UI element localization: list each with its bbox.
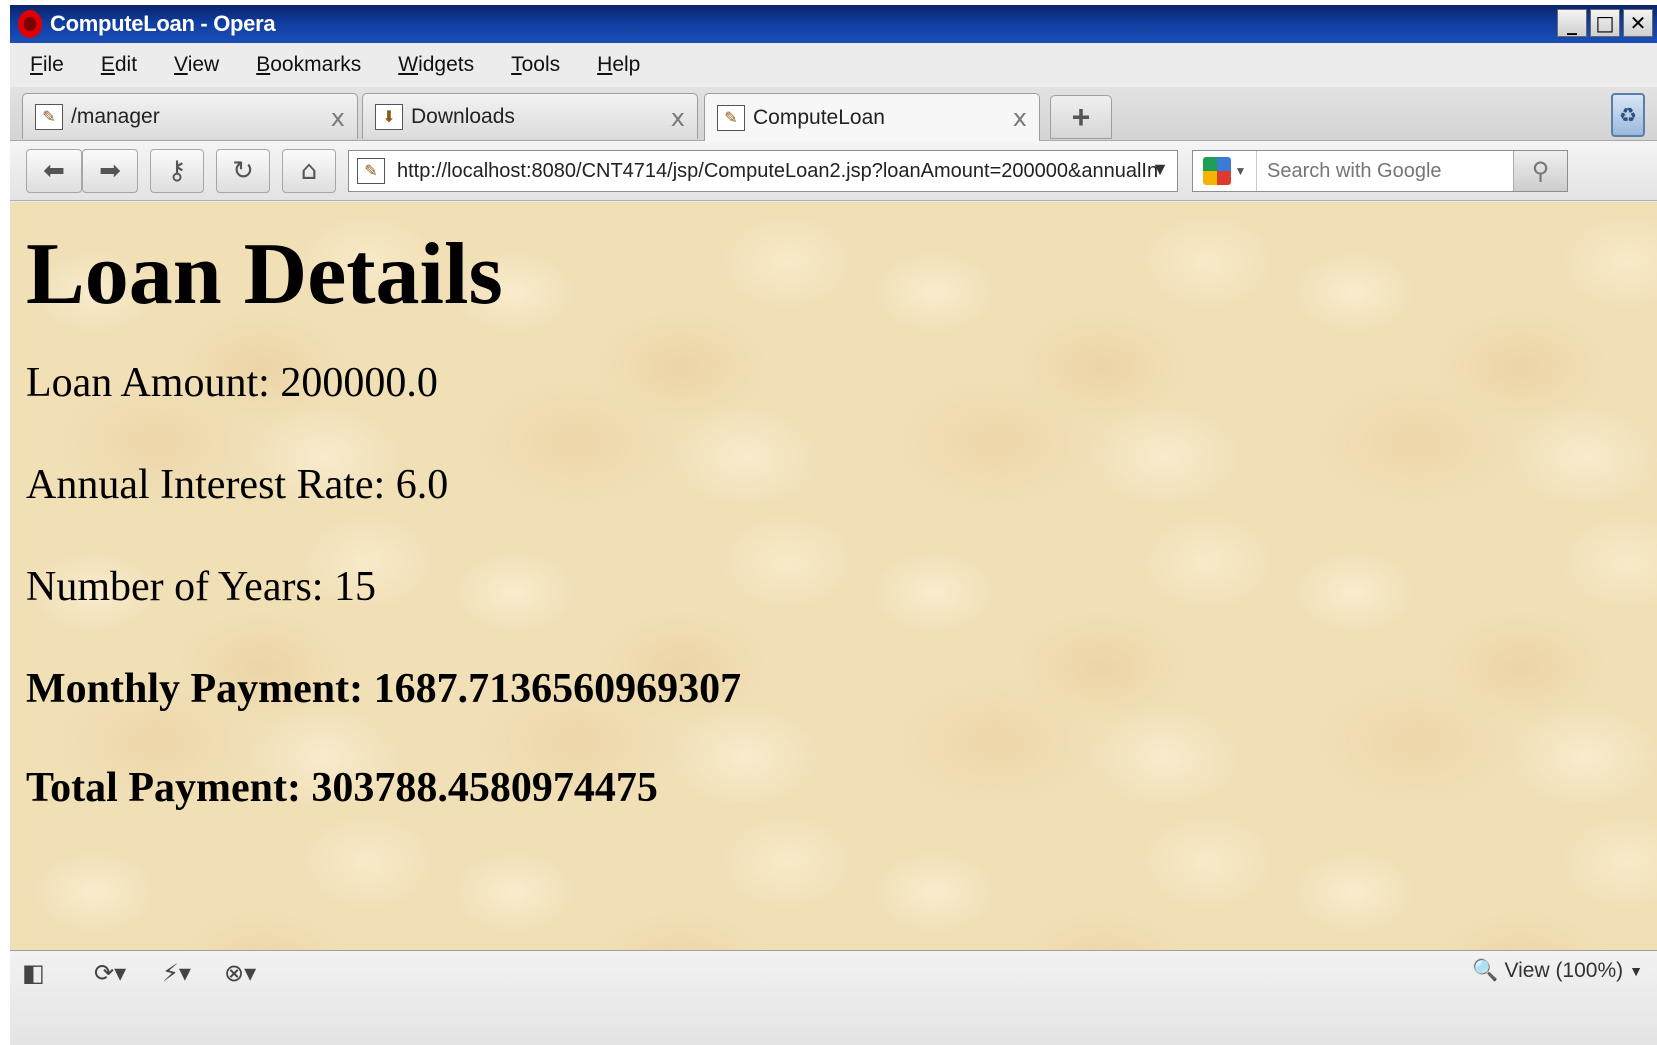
turbo-icon[interactable]: ⊗▾ bbox=[224, 959, 256, 987]
menu-bar: File Edit View Bookmarks Widgets Tools H… bbox=[10, 43, 1657, 87]
page-icon: ✎ bbox=[35, 103, 63, 130]
total-payment-text: Total Payment: 303788.4580974475 bbox=[26, 765, 658, 811]
google-icon bbox=[1202, 157, 1231, 185]
years-text: Number of Years: 15 bbox=[26, 564, 376, 610]
title-bar: ComputeLoan - Opera _ □ ✕ bbox=[10, 5, 1657, 43]
browser-window: ComputeLoan - Opera _ □ ✕ File Edit View… bbox=[10, 5, 1657, 1045]
tab-label: Downloads bbox=[411, 104, 515, 128]
search-box[interactable]: ▼ ⚲ bbox=[1192, 150, 1568, 192]
tab-label: ComputeLoan bbox=[753, 105, 885, 129]
tab-close-icon[interactable]: x bbox=[331, 104, 345, 132]
page-icon: ✎ bbox=[357, 158, 385, 184]
tab-label: /manager bbox=[71, 104, 160, 128]
minimize-button[interactable]: _ bbox=[1557, 9, 1587, 37]
page-content: Loan Details Loan Amount: 200000.0 Annua… bbox=[10, 202, 1657, 950]
chevron-down-icon: ▼ bbox=[1234, 164, 1247, 178]
window-controls: _ □ ✕ bbox=[1557, 9, 1653, 37]
monthly-payment-text: Monthly Payment: 1687.7136560969307 bbox=[26, 666, 742, 712]
reload-icon[interactable]: ↻ bbox=[216, 149, 270, 193]
menu-view[interactable]: View bbox=[174, 53, 219, 77]
loan-amount-text: Loan Amount: 200000.0 bbox=[26, 360, 438, 406]
unite-icon[interactable]: ⚡▾ bbox=[162, 959, 191, 987]
zoom-control[interactable]: 🔍 View (100%) ▼ bbox=[1472, 959, 1643, 983]
new-tab-button[interactable]: + bbox=[1050, 95, 1112, 139]
menu-bookmarks[interactable]: Bookmarks bbox=[256, 53, 361, 77]
status-bar: ◧ ⟳▾ ⚡▾ ⊗▾ 🔍 View (100%) ▼ bbox=[10, 950, 1657, 1045]
zoom-label: View (100%) bbox=[1504, 959, 1624, 982]
interest-rate-text: Annual Interest Rate: 6.0 bbox=[26, 462, 449, 508]
opera-logo-icon bbox=[18, 10, 42, 38]
back-icon[interactable]: ⬅ bbox=[26, 149, 82, 193]
navigation-bar: ⬅ ➡ ⚷ ↻ ⌂ ✎ http://localhost:8080/CNT471… bbox=[10, 141, 1657, 201]
tab-close-icon[interactable]: x bbox=[1013, 104, 1027, 132]
menu-tools[interactable]: Tools bbox=[511, 53, 560, 77]
zoom-icon: 🔍 bbox=[1472, 959, 1499, 982]
chevron-down-icon: ▼ bbox=[1629, 963, 1643, 979]
menu-widgets[interactable]: Widgets bbox=[398, 53, 474, 77]
window-title: ComputeLoan - Opera bbox=[50, 11, 276, 36]
key-icon[interactable]: ⚷ bbox=[150, 149, 204, 193]
chevron-down-icon[interactable]: ▼ bbox=[1151, 159, 1169, 180]
tab-close-icon[interactable]: x bbox=[671, 104, 685, 132]
menu-help[interactable]: Help bbox=[597, 53, 640, 77]
tab-manager[interactable]: ✎ /manager x bbox=[22, 93, 358, 139]
close-button[interactable]: ✕ bbox=[1623, 9, 1653, 37]
address-url[interactable]: http://localhost:8080/CNT4714/jsp/Comput… bbox=[397, 160, 1157, 183]
maximize-button[interactable]: □ bbox=[1590, 9, 1620, 37]
menu-file[interactable]: File bbox=[30, 53, 64, 77]
address-bar[interactable]: ✎ http://localhost:8080/CNT4714/jsp/Comp… bbox=[348, 150, 1178, 192]
search-input[interactable] bbox=[1257, 159, 1507, 183]
sync-icon[interactable]: ⟳▾ bbox=[94, 959, 126, 987]
trash-icon[interactable]: ♻ bbox=[1611, 93, 1645, 137]
tab-computeloan[interactable]: ✎ ComputeLoan x bbox=[704, 93, 1040, 141]
search-icon[interactable]: ⚲ bbox=[1513, 151, 1567, 191]
search-engine-selector[interactable]: ▼ bbox=[1193, 151, 1257, 191]
tab-downloads[interactable]: ⬇ Downloads x bbox=[362, 93, 698, 139]
page-title: Loan Details bbox=[26, 226, 503, 323]
tab-bar: ✎ /manager x ⬇ Downloads x ✎ ComputeLoan… bbox=[10, 87, 1657, 141]
panel-toggle-icon[interactable]: ◧ bbox=[22, 959, 45, 987]
forward-icon[interactable]: ➡ bbox=[82, 149, 138, 193]
home-icon[interactable]: ⌂ bbox=[282, 149, 336, 193]
menu-edit[interactable]: Edit bbox=[101, 53, 137, 77]
download-icon: ⬇ bbox=[375, 103, 403, 130]
page-icon: ✎ bbox=[717, 104, 745, 131]
